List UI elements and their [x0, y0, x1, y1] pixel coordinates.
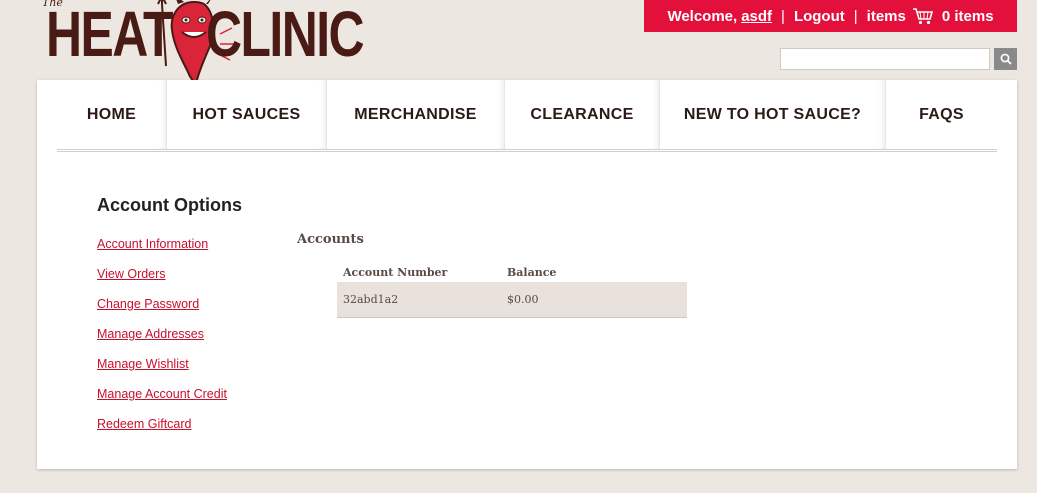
- nav-merchandise[interactable]: MERCHANDISE: [327, 80, 505, 149]
- nav-hot-sauces[interactable]: HOT SAUCES: [167, 80, 327, 149]
- accounts-heading: Accounts: [297, 232, 364, 247]
- table-row: 32abd1a2 $0.00: [337, 282, 687, 318]
- logo-clinic: CLINIC: [206, 0, 365, 70]
- search-input[interactable]: [780, 48, 990, 70]
- change-password-link[interactable]: Change Password: [97, 297, 199, 311]
- shopping-cart-icon[interactable]: [912, 7, 934, 25]
- redeem-giftcard-link[interactable]: Redeem Giftcard: [97, 417, 191, 431]
- welcome-bar: Welcome, asdf | Logout | items 0 items: [644, 0, 1017, 32]
- manage-wishlist-link[interactable]: Manage Wishlist: [97, 357, 189, 371]
- column-header-account-number: Account Number: [343, 265, 448, 279]
- main-panel: HOME HOT SAUCES MERCHANDISE CLEARANCE NE…: [37, 80, 1017, 469]
- separator: |: [853, 7, 858, 25]
- main-nav: HOME HOT SAUCES MERCHANDISE CLEARANCE NE…: [57, 80, 997, 152]
- search-icon: [1000, 53, 1012, 65]
- list-item: Change Password: [97, 295, 227, 325]
- account-options-list: Account Information View Orders Change P…: [97, 235, 227, 445]
- nav-new-to-hot-sauce[interactable]: NEW TO HOT SAUCE?: [660, 80, 886, 149]
- search-button[interactable]: [994, 48, 1017, 70]
- list-item: Manage Addresses: [97, 325, 227, 355]
- account-information-link[interactable]: Account Information: [97, 237, 208, 251]
- view-orders-link[interactable]: View Orders: [97, 267, 166, 281]
- column-header-balance: Balance: [507, 265, 557, 279]
- welcome-text: Welcome,: [667, 7, 738, 25]
- list-item: Manage Wishlist: [97, 355, 227, 385]
- manage-account-credit-link[interactable]: Manage Account Credit: [97, 387, 227, 401]
- username-link[interactable]: asdf: [741, 8, 772, 25]
- nav-home[interactable]: HOME: [57, 80, 167, 149]
- table-header-row: Account Number Balance: [337, 262, 687, 282]
- cart-count[interactable]: 0 items: [942, 8, 994, 25]
- list-item: View Orders: [97, 265, 227, 295]
- list-item: Account Information: [97, 235, 227, 265]
- logout-link[interactable]: Logout: [794, 8, 845, 25]
- separator: |: [781, 7, 785, 25]
- list-item: Redeem Giftcard: [97, 415, 227, 445]
- account-number-cell: 32abd1a2: [337, 282, 501, 318]
- accounts-table: Account Number Balance 32abd1a2 $0.00: [337, 262, 687, 318]
- site-logo[interactable]: The HEAT CLINIC: [40, 0, 365, 86]
- account-options-title: Account Options: [97, 195, 242, 215]
- nav-clearance[interactable]: CLEARANCE: [505, 80, 660, 149]
- cart-items-link[interactable]: items: [867, 8, 906, 25]
- list-item: Manage Account Credit: [97, 385, 227, 415]
- balance-cell: $0.00: [501, 282, 687, 318]
- manage-addresses-link[interactable]: Manage Addresses: [97, 327, 204, 341]
- nav-faqs[interactable]: FAQS: [886, 80, 997, 149]
